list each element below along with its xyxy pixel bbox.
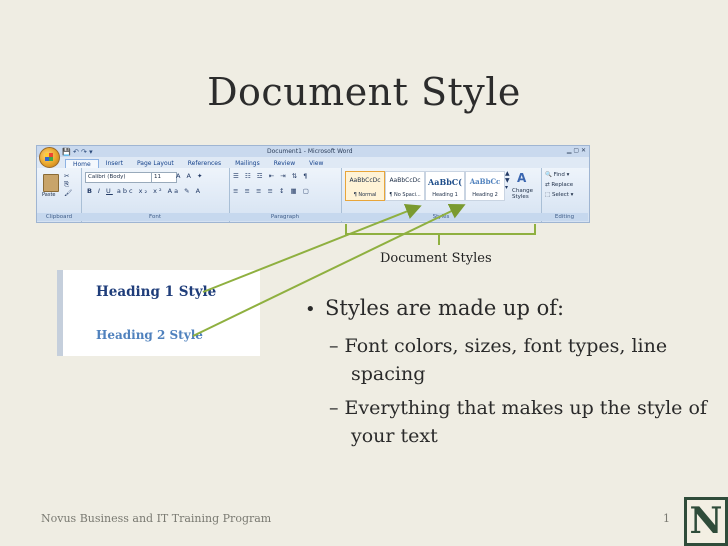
bullet-list: • Styles are made up of: – Font colors, s… xyxy=(305,296,715,456)
group-label-editing: Editing xyxy=(541,213,588,221)
bullet-dot: • xyxy=(305,299,316,320)
group-styles: AaBbCcDc ¶ Normal AaBbCcDc ¶ No Spaci...… xyxy=(341,168,542,222)
window-controls[interactable]: ▁ ▢ ✕ xyxy=(567,147,586,154)
style-sample: AaBbC( xyxy=(428,177,462,187)
change-styles-icon[interactable]: A xyxy=(517,171,526,185)
styles-bracket xyxy=(345,224,536,235)
quick-access-toolbar[interactable]: 💾 ↶ ↷ ▾ xyxy=(62,148,93,156)
bullet-main-text: Styles are made up of: xyxy=(325,296,565,320)
group-clipboard: Paste ✂ ⎘ 🖌 Clipboard xyxy=(37,168,82,222)
bullet-sub-1-text: Font colors, sizes, font types, line spa… xyxy=(344,335,668,385)
heading-panel-bar xyxy=(57,270,63,356)
ribbon-window-title: Document1 - Microsoft Word xyxy=(267,148,353,155)
select-button[interactable]: ⬚ Select ▾ xyxy=(545,192,573,198)
slide: Document Style 💾 ↶ ↷ ▾ Document1 - Micro… xyxy=(0,0,728,546)
style-name: Heading 1 xyxy=(432,192,458,198)
paste-label: Paste xyxy=(42,192,56,198)
style-heading-1[interactable]: AaBbC( Heading 1 xyxy=(425,171,465,201)
style-heading-2[interactable]: AaBbCc Heading 2 xyxy=(465,171,505,201)
bullet-main: • Styles are made up of: xyxy=(305,296,715,320)
bullet-sub-2-text: Everything that makes up the style of yo… xyxy=(344,397,707,447)
find-label: Find xyxy=(553,172,565,178)
replace-label: Replace xyxy=(551,182,574,188)
font-name-box[interactable]: Calibri (Body) xyxy=(85,172,153,183)
find-button[interactable]: 🔍 Find ▾ xyxy=(545,172,569,178)
group-paragraph: ☰ ☷ ☲ ⇤ ⇥ ⇅ ¶ ≡ ≡ ≡ ≡ ↕ ▦ ▢ Paragraph xyxy=(229,168,342,222)
group-label-styles: Styles xyxy=(341,213,541,221)
paste-icon[interactable] xyxy=(43,174,59,192)
style-normal[interactable]: AaBbCcDc ¶ Normal xyxy=(345,171,385,201)
page-number: 1 xyxy=(663,512,670,525)
group-label-paragraph: Paragraph xyxy=(229,213,341,221)
replace-button[interactable]: ⇄ Replace xyxy=(545,182,573,188)
group-label-clipboard: Clipboard xyxy=(37,213,81,221)
logo-letter: N xyxy=(687,500,725,543)
footer-text: Novus Business and IT Training Program xyxy=(41,512,272,525)
list-buttons[interactable]: ☰ ☷ ☲ ⇤ ⇥ ⇅ ¶ xyxy=(233,172,309,180)
document-styles-label: Document Styles xyxy=(380,251,492,266)
bullet-sub-2: – Everything that makes up the style of … xyxy=(329,397,707,447)
styles-bracket-stem xyxy=(438,233,440,245)
select-label: Select xyxy=(551,192,569,198)
grow-shrink-icons[interactable]: A A ✦ xyxy=(176,172,204,180)
group-font: Calibri (Body) 11 A A ✦ B I U abc x₂ x² … xyxy=(81,168,230,222)
heading-2-sample: Heading 2 Style xyxy=(96,328,203,342)
font-size-box[interactable]: 11 xyxy=(151,172,177,183)
slide-title: Document Style xyxy=(207,70,521,114)
bullet-sub-1: – Font colors, sizes, font types, line s… xyxy=(329,335,668,385)
styles-scroll-arrows[interactable]: ▲ ▼ ▾ xyxy=(505,170,510,191)
style-sample: AaBbCcDc xyxy=(389,177,421,184)
group-editing: 🔍 Find ▾ ⇄ Replace ⬚ Select ▾ Editing xyxy=(541,168,588,222)
align-buttons[interactable]: ≡ ≡ ≡ ≡ ↕ ▦ ▢ xyxy=(233,187,311,195)
cut-copy-icons[interactable]: ✂ ⎘ 🖌 xyxy=(64,172,72,197)
style-sample: AaBbCcDc xyxy=(349,177,381,184)
change-styles-button[interactable]: Change Styles xyxy=(512,188,540,200)
novus-logo: N xyxy=(684,497,728,546)
heading-1-sample: Heading 1 Style xyxy=(96,284,217,300)
style-name: ¶ No Spaci... xyxy=(389,192,421,198)
style-name: ¶ Normal xyxy=(353,192,377,198)
style-no-spacing[interactable]: AaBbCcDc ¶ No Spaci... xyxy=(385,171,425,201)
group-label-font: Font xyxy=(81,213,229,221)
office-button-icon[interactable] xyxy=(39,147,60,168)
format-buttons[interactable]: B I U abc x₂ x² Aa ✎ A xyxy=(87,187,202,195)
style-sample: AaBbCc xyxy=(469,177,501,186)
heading-sample-panel xyxy=(57,270,260,356)
style-name: Heading 2 xyxy=(472,192,498,198)
word-ribbon-screenshot: 💾 ↶ ↷ ▾ Document1 - Microsoft Word ▁ ▢ ✕… xyxy=(36,145,590,223)
